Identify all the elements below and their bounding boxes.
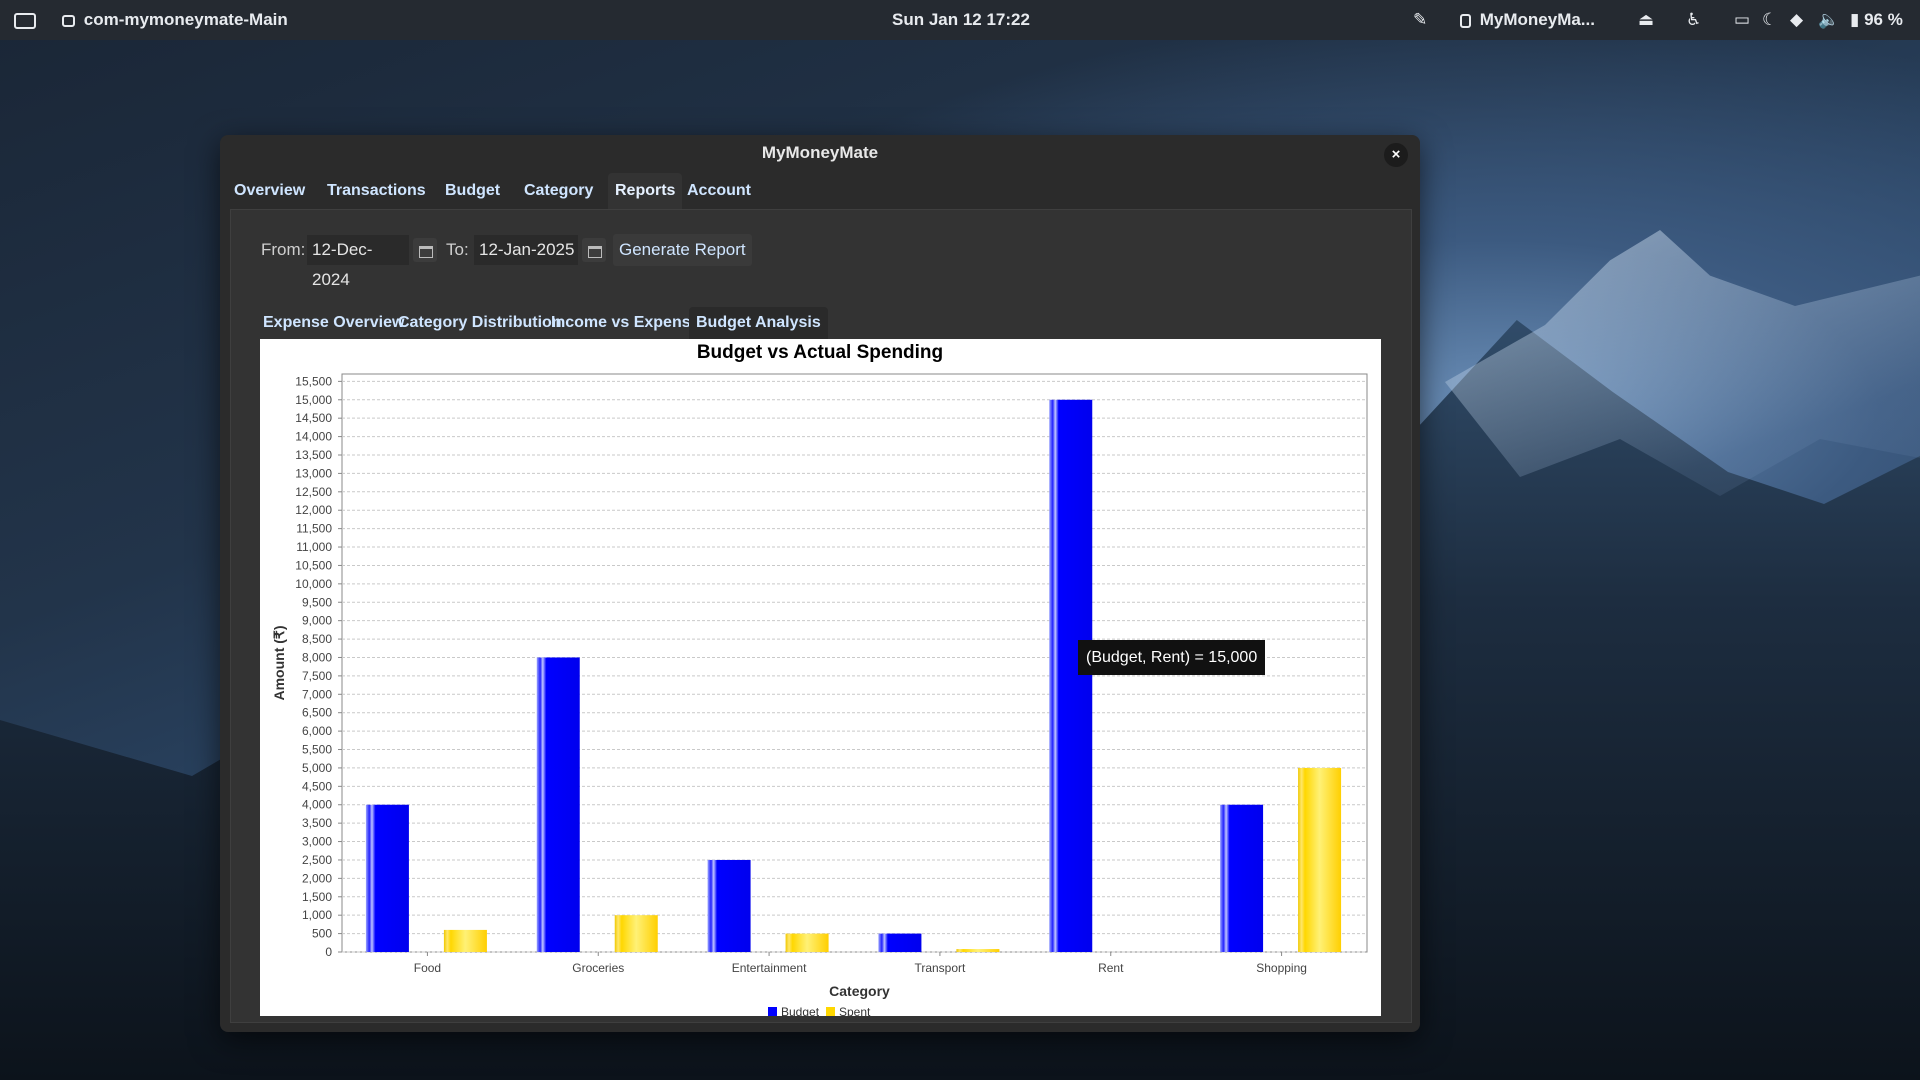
y-tick-label: 10,000 (295, 577, 332, 591)
legend-swatch-budget (768, 1007, 777, 1016)
y-tick-label: 8,500 (302, 632, 332, 646)
x-tick-label: Rent (1098, 961, 1124, 975)
y-tick-label: 15,500 (295, 374, 332, 388)
pen-icon[interactable]: ✎ (1413, 0, 1427, 40)
bar-spent (956, 949, 1000, 952)
to-date-field[interactable]: 12-Jan-2025 (474, 235, 578, 265)
bar-budget (707, 859, 751, 952)
tab-category[interactable]: Category (517, 173, 600, 209)
y-tick-label: 7,000 (302, 687, 332, 701)
y-tick-label: 5,500 (302, 743, 332, 757)
y-tick-label: 15,000 (295, 393, 332, 407)
bar-budget (536, 657, 580, 952)
bar-budget (1220, 804, 1264, 952)
bar-spent (1298, 767, 1342, 952)
tab-overview[interactable]: Overview (227, 173, 312, 209)
y-tick-label: 5,000 (302, 761, 332, 775)
bar-spent (785, 933, 829, 952)
tab-budget-analysis[interactable]: Budget Analysis (689, 307, 828, 339)
y-tick-label: 500 (312, 927, 332, 941)
y-tick-label: 6,500 (302, 706, 332, 720)
y-tick-label: 14,500 (295, 411, 332, 425)
active-window-name: MyMoneyMa... (1479, 10, 1595, 29)
tab-account[interactable]: Account (680, 173, 758, 209)
close-button[interactable]: × (1384, 143, 1408, 167)
accessibility-icon[interactable]: ♿ (1686, 0, 1701, 40)
activities-button[interactable] (14, 0, 36, 40)
app-menu[interactable]: com-mymoneymate-Main (62, 0, 288, 40)
night-light-icon[interactable]: ☾ (1762, 0, 1777, 40)
wifi-icon[interactable]: ◆ (1790, 0, 1803, 40)
chart-tooltip: (Budget, Rent) = 15,000 (1078, 640, 1266, 675)
y-tick-label: 13,000 (295, 466, 332, 480)
tab-reports[interactable]: Reports (608, 173, 683, 209)
volume-icon[interactable]: 🔈 (1818, 0, 1839, 40)
to-label: To: (446, 240, 469, 259)
x-tick-label: Entertainment (732, 961, 807, 975)
clipboard-icon (1460, 13, 1471, 28)
y-tick-label: 8,000 (302, 650, 332, 664)
app-name: com-mymoneymate-Main (83, 10, 288, 29)
app-window: MyMoneyMate × Overview Transactions Budg… (220, 135, 1420, 1032)
battery-icon: ▮ (1850, 10, 1860, 29)
chart-area: Budget vs Actual Spending 0 500 1,000 1,500 2… (260, 339, 1381, 1019)
bar-spent (614, 915, 658, 952)
y-tick-label: 11,000 (296, 540, 332, 554)
x-tick-label: Groceries (572, 961, 624, 975)
eject-icon[interactable]: ⏏ (1638, 0, 1654, 40)
tab-expense-overview[interactable]: Expense Overview (256, 307, 411, 339)
y-tick-label: 4,000 (302, 798, 332, 812)
budget-chart: Budget vs Actual Spending 0 500 1,000 1,500 2… (271, 342, 1368, 1019)
y-tick-label: 3,500 (302, 816, 332, 830)
y-tick-label: 2,000 (302, 871, 332, 885)
from-calendar-icon[interactable] (413, 238, 437, 262)
y-tick-label: 1,500 (302, 890, 332, 904)
battery-level: 96 % (1864, 10, 1903, 29)
from-date-field[interactable]: 12-Dec-2024 (307, 235, 409, 289)
active-window-indicator[interactable]: MyMoneyMa... (1460, 0, 1595, 40)
y-tick-label: 9,000 (302, 614, 332, 628)
x-tick-label: Transport (914, 961, 966, 975)
x-tick-label: Food (414, 961, 441, 975)
bar-spent (443, 929, 487, 952)
y-tick-label: 14,000 (295, 430, 332, 444)
y-tick-label: 0 (325, 945, 332, 959)
clock[interactable]: Sun Jan 12 17:22 (892, 0, 1030, 40)
x-tick-label: Shopping (1256, 961, 1307, 975)
bar-budget (1049, 399, 1093, 952)
bar-budget (878, 933, 922, 952)
y-tick-label: 6,000 (302, 724, 332, 738)
top-bar: com-mymoneymate-Main Sun Jan 12 17:22 ✎ … (0, 0, 1920, 40)
screen-icon[interactable]: ▭ (1734, 0, 1750, 40)
generate-report-button[interactable]: Generate Report (613, 234, 752, 266)
y-tick-label: 10,500 (295, 558, 332, 572)
tab-budget[interactable]: Budget (438, 173, 507, 209)
from-label: From: (261, 240, 306, 259)
y-tick-label: 12,500 (295, 485, 332, 499)
y-tick-label: 11,500 (296, 522, 332, 536)
y-tick-label: 2,500 (302, 853, 332, 867)
y-tick-label: 3,000 (302, 835, 332, 849)
y-tick-label: 1,000 (302, 908, 332, 922)
battery-indicator[interactable]: ▮ 96 % (1850, 0, 1903, 40)
activities-icon (14, 12, 36, 29)
window-title: MyMoneyMate (761, 143, 879, 162)
bar-budget (365, 804, 409, 952)
y-tick-label: 12,000 (295, 503, 332, 517)
y-tick-label: 9,500 (302, 595, 332, 609)
tab-transactions[interactable]: Transactions (320, 173, 433, 209)
y-tick-label: 4,500 (302, 779, 332, 793)
chart-title: Budget vs Actual Spending (697, 342, 943, 363)
y-axis-label: Amount (₹) (271, 626, 287, 701)
legend-label-spent: Spent (839, 1005, 871, 1016)
legend-label-budget: Budget (781, 1005, 820, 1016)
tab-category-distribution[interactable]: Category Distribution (391, 307, 569, 339)
x-axis-label: Category (829, 983, 890, 999)
to-calendar-icon[interactable] (582, 238, 606, 262)
y-tick-label: 7,500 (302, 669, 332, 683)
reports-panel: From: 12-Dec-2024 To: 12-Jan-2025 Genera… (230, 209, 1412, 1023)
y-tick-label: 13,500 (295, 448, 332, 462)
app-icon (62, 14, 75, 27)
legend-swatch-spent (826, 1007, 835, 1016)
